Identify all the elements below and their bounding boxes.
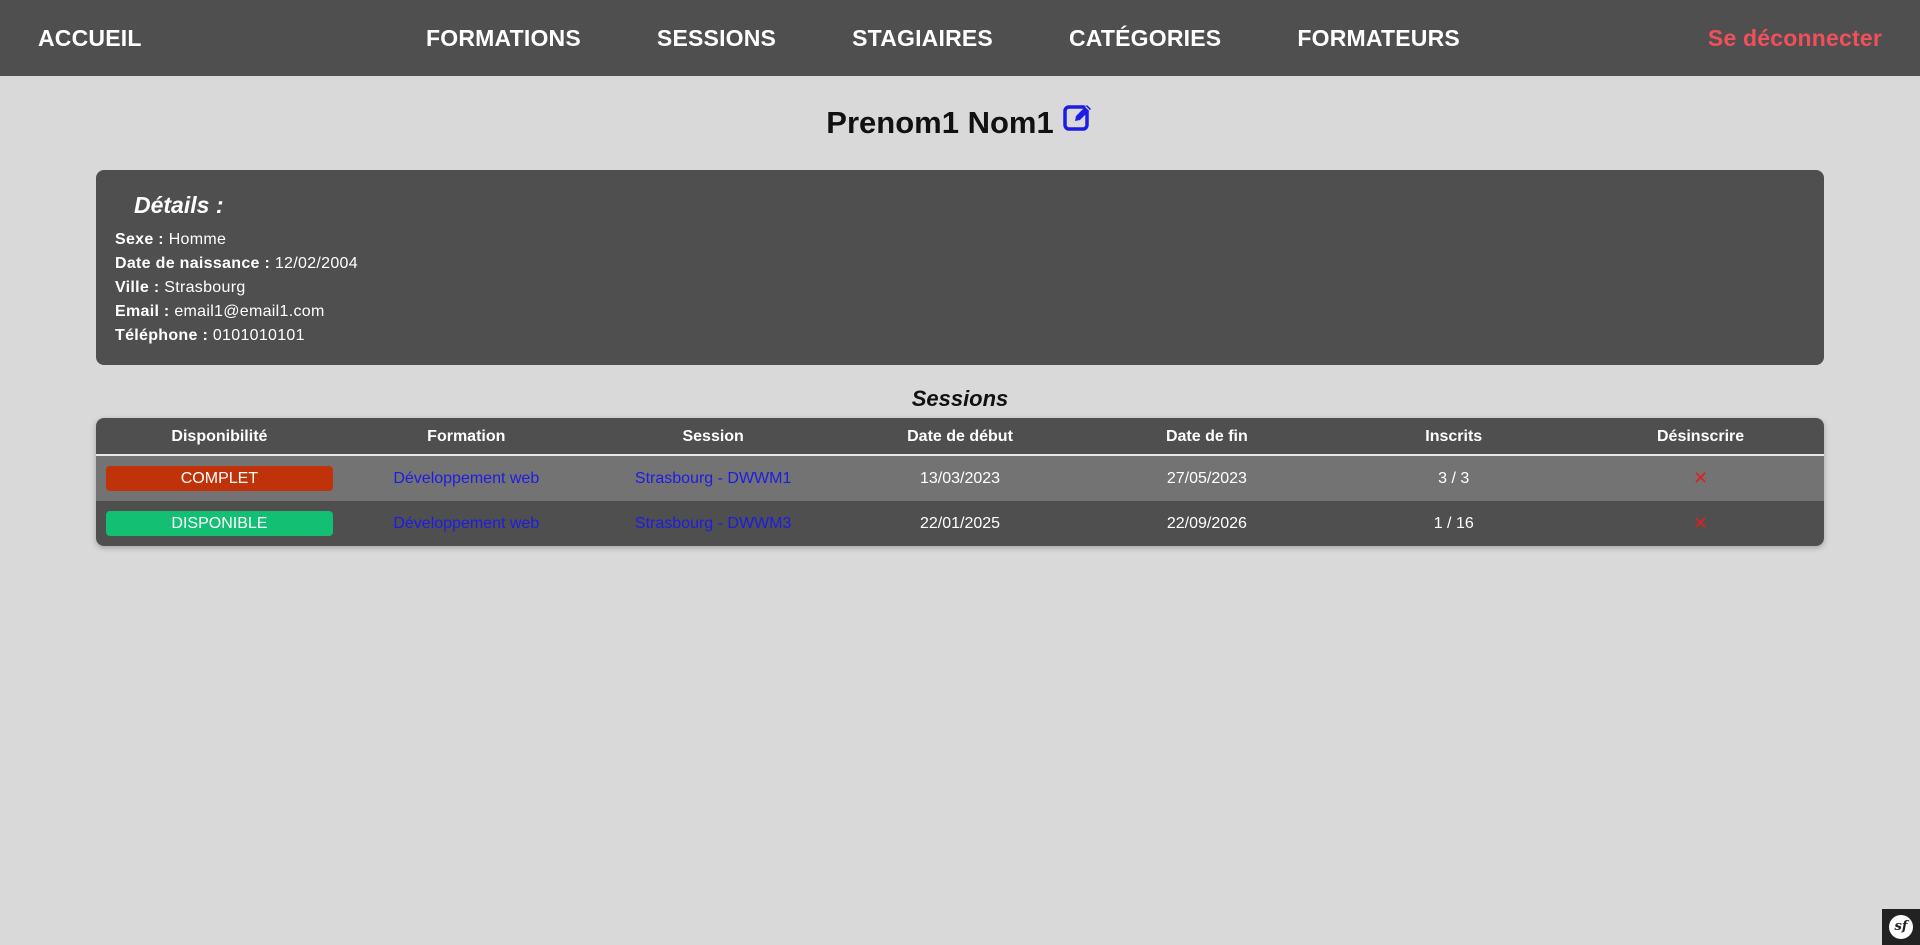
cell-desinscrire: ✕ (1577, 468, 1824, 489)
edit-icon[interactable] (1062, 99, 1094, 145)
unsubscribe-icon[interactable]: ✕ (1693, 513, 1708, 534)
header-inscrits: Inscrits (1425, 428, 1483, 445)
trainee-name: Prenom1 Nom1 (826, 105, 1054, 140)
details-title: Détails : (134, 192, 224, 218)
sessions-title: Sessions (911, 386, 1009, 411)
cell-session: Strasbourg - DWWM1 (590, 470, 837, 488)
header-desinscrire: Désinscrire (1657, 428, 1745, 445)
header-disponibilite: Disponibilité (171, 428, 268, 445)
session-link[interactable]: Strasbourg - DWWM1 (635, 470, 791, 487)
table-row: COMPLET Développement web Strasbourg - D… (96, 456, 1824, 501)
sessions-table: Disponibilité Formation Session Date de … (96, 418, 1824, 546)
detail-label: Sexe : (115, 231, 164, 248)
nav-formateurs-link[interactable]: FORMATEURS (1297, 0, 1460, 76)
status-badge: DISPONIBLE (106, 511, 333, 536)
detail-row-email: Email : email1@email1.com (115, 300, 1805, 324)
detail-value: email1@email1.com (174, 303, 325, 320)
detail-label: Téléphone : (115, 327, 209, 344)
cell-formation: Développement web (343, 515, 590, 533)
symfony-logo-icon: sf (1889, 915, 1913, 939)
page-title: Prenom1 Nom1 (0, 100, 1920, 146)
detail-label: Ville : (115, 279, 160, 296)
nav-center-links: FORMATIONS SESSIONS STAGIAIRES CATÉGORIE… (426, 0, 1460, 76)
detail-value: 0101010101 (212, 327, 305, 344)
formation-link[interactable]: Développement web (393, 515, 539, 532)
cell-inscrits: 3 / 3 (1438, 469, 1470, 487)
detail-row-birthdate: Date de naissance : 12/02/2004 (115, 252, 1805, 276)
logout-link[interactable]: Se déconnecter (1708, 0, 1882, 76)
detail-label: Date de naissance : (115, 255, 271, 272)
cell-date-debut: 13/03/2023 (919, 469, 1001, 487)
table-row: DISPONIBLE Développement web Strasbourg … (96, 501, 1824, 546)
header-date-fin: Date de fin (1165, 428, 1248, 445)
formation-link[interactable]: Développement web (393, 470, 539, 487)
unsubscribe-icon[interactable]: ✕ (1693, 468, 1708, 489)
detail-row-telephone: Téléphone : 0101010101 (115, 324, 1805, 348)
detail-value: 12/02/2004 (274, 255, 358, 272)
debug-toolbar-toggle[interactable]: sf (1882, 909, 1920, 945)
cell-formation: Développement web (343, 470, 590, 488)
cell-date-fin: 22/09/2026 (1166, 514, 1247, 532)
nav-home-link[interactable]: ACCUEIL (38, 0, 142, 76)
table-header: Disponibilité Formation Session Date de … (96, 418, 1824, 456)
detail-value: Strasbourg (164, 279, 246, 296)
status-badge: COMPLET (106, 466, 333, 491)
detail-row-ville: Ville : Strasbourg (115, 276, 1805, 300)
session-link[interactable]: Strasbourg - DWWM3 (635, 515, 791, 532)
nav-stagiaires-link[interactable]: STAGIAIRES (852, 0, 993, 76)
details-card: Détails : Sexe : Homme Date de naissance… (96, 170, 1824, 365)
header-date-debut: Date de début (907, 428, 1013, 445)
nav-categories-link[interactable]: CATÉGORIES (1069, 0, 1221, 76)
nav-formations-link[interactable]: FORMATIONS (426, 0, 581, 76)
cell-inscrits: 1 / 16 (1433, 514, 1474, 532)
detail-row-sexe: Sexe : Homme (115, 228, 1805, 252)
top-navbar: ACCUEIL FORMATIONS SESSIONS STAGIAIRES C… (0, 0, 1920, 76)
cell-disponibilite: DISPONIBLE (96, 511, 343, 536)
cell-date-debut: 22/01/2025 (919, 514, 1001, 532)
header-session: Session (682, 428, 744, 445)
cell-disponibilite: COMPLET (96, 466, 343, 491)
nav-sessions-link[interactable]: SESSIONS (657, 0, 776, 76)
header-formation: Formation (427, 428, 506, 445)
detail-label: Email : (115, 303, 170, 320)
detail-value: Homme (168, 231, 227, 248)
cell-session: Strasbourg - DWWM3 (590, 515, 837, 533)
cell-date-fin: 27/05/2023 (1166, 469, 1247, 487)
cell-desinscrire: ✕ (1577, 513, 1824, 534)
